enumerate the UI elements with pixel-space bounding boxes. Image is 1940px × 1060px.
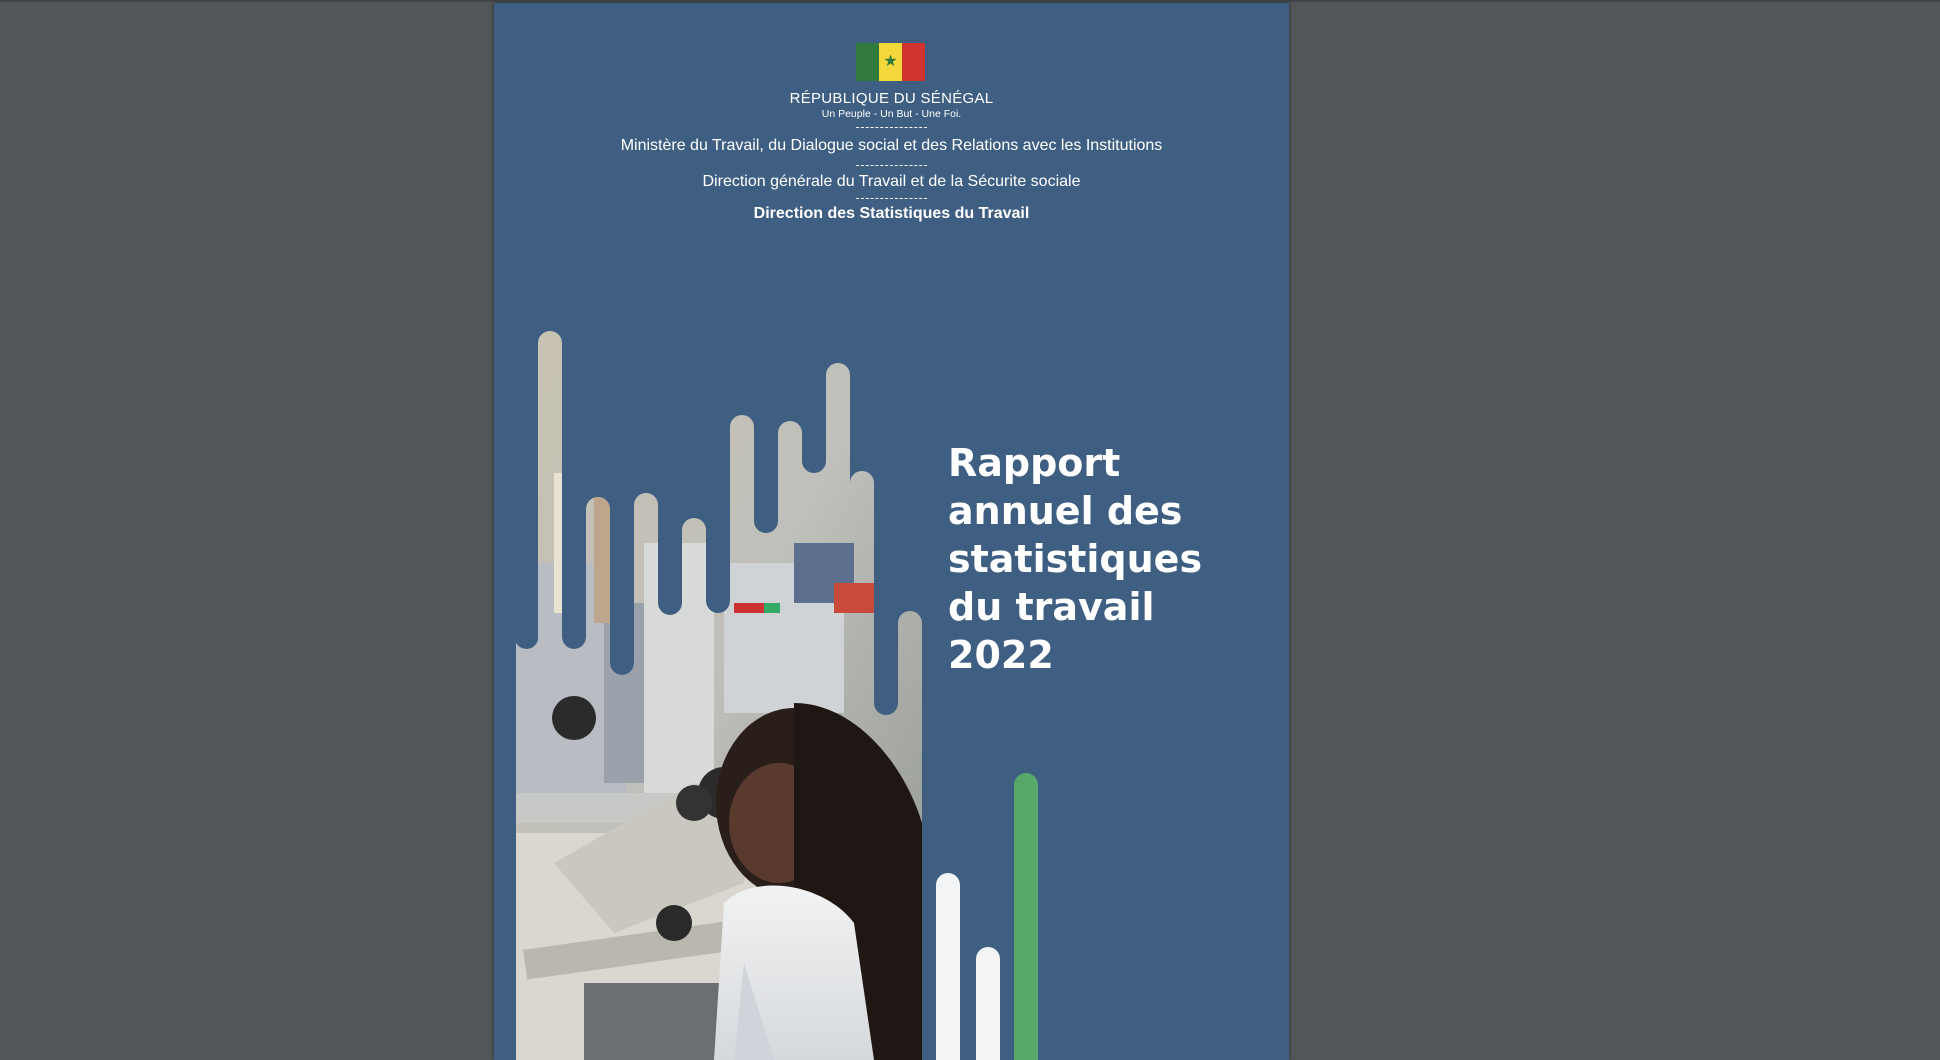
white-bar xyxy=(976,947,1000,1060)
pdf-viewer: ★ RÉPUBLIQUE DU SÉNÉGAL Un Peuple - Un B… xyxy=(0,0,1940,1060)
white-bar xyxy=(936,873,960,1060)
decorative-bars xyxy=(936,773,1038,1060)
green-bar xyxy=(1014,773,1038,1060)
document-page: ★ RÉPUBLIQUE DU SÉNÉGAL Un Peuple - Un B… xyxy=(494,3,1289,1060)
